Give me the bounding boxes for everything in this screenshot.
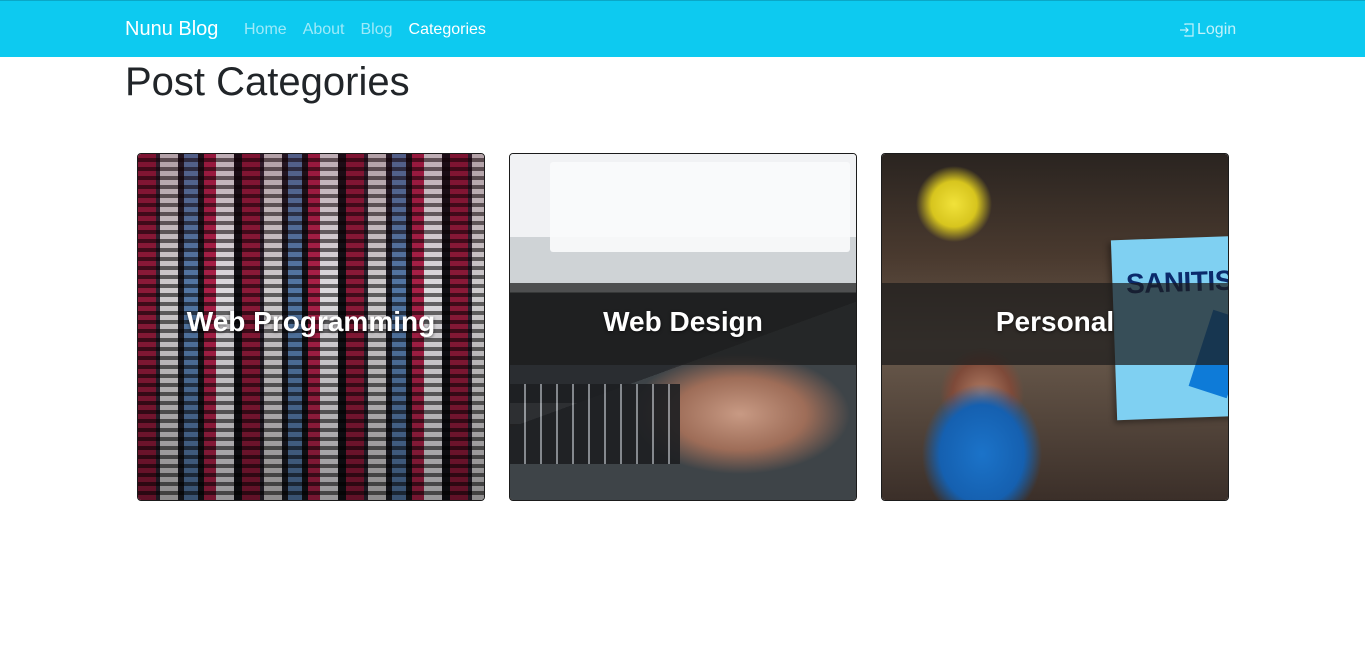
category-card-personal[interactable]: SANITISIN Personal: [881, 153, 1229, 501]
login-icon: [1180, 23, 1194, 37]
login-label: Login: [1197, 21, 1237, 38]
nav-links: Home About Blog Categories: [244, 21, 486, 39]
monitor-shape: [550, 162, 850, 252]
keyboard-shape: [510, 384, 680, 464]
nav-link-home[interactable]: Home: [244, 21, 287, 39]
nav-link-categories[interactable]: Categories: [409, 21, 486, 39]
category-title: Personal: [995, 306, 1115, 337]
navbar: Nunu Blog Home About Blog Categories Log…: [0, 0, 1365, 57]
brand-link[interactable]: Nunu Blog: [125, 18, 218, 41]
login-link[interactable]: Login: [1179, 21, 1236, 39]
category-card-web-design[interactable]: Web Design: [509, 153, 857, 501]
category-title: Web Programming: [186, 306, 436, 337]
page-title: Post Categories: [125, 60, 410, 104]
nav-link-about[interactable]: About: [303, 21, 345, 39]
category-title: Web Design: [603, 306, 763, 337]
category-card-web-programming[interactable]: Web Programming: [137, 153, 485, 501]
nav-link-blog[interactable]: Blog: [361, 21, 393, 39]
